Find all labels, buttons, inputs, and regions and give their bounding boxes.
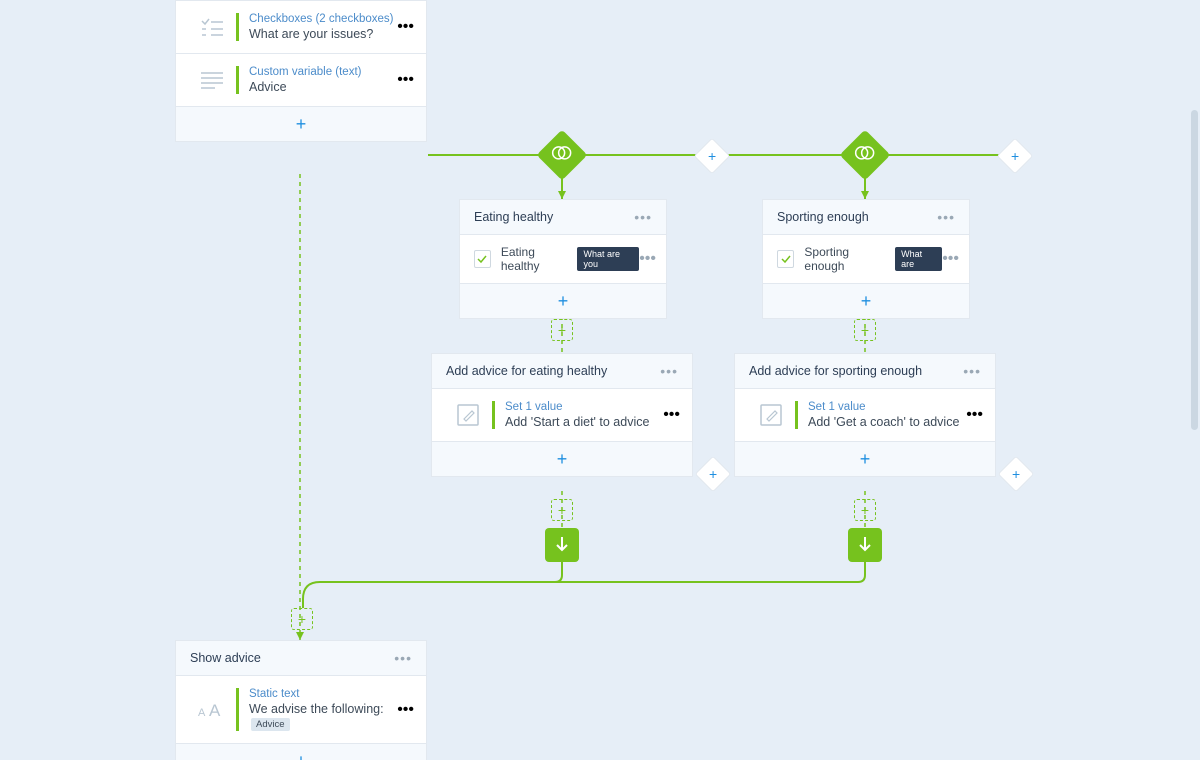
card-item[interactable]: Set 1 value Add 'Start a diet' to advice…	[432, 388, 692, 441]
insert-step-button[interactable]: +	[291, 608, 313, 630]
continue-node[interactable]	[545, 528, 579, 562]
card-title: Show advice	[190, 651, 261, 665]
edit-icon	[747, 403, 795, 427]
card-item[interactable]: Set 1 value Add 'Get a coach' to advice …	[735, 388, 995, 441]
card-title: Add advice for eating healthy	[446, 364, 607, 378]
menu-icon[interactable]: •••	[942, 250, 959, 268]
menu-icon[interactable]: •••	[397, 18, 414, 36]
condition-card[interactable]: Eating healthy ••• Eating healthy What ar…	[459, 199, 667, 319]
menu-icon[interactable]: •••	[394, 654, 412, 662]
variable-tag: What are	[895, 247, 942, 271]
add-item-button[interactable]: +	[735, 441, 995, 476]
checkbox-icon	[474, 250, 491, 268]
text-lines-icon	[188, 71, 236, 89]
menu-icon[interactable]: •••	[397, 701, 414, 719]
variable-tag: Advice	[251, 718, 290, 731]
item-label: Add 'Get a coach' to advice	[808, 415, 966, 429]
menu-icon[interactable]: •••	[397, 71, 414, 89]
card-item[interactable]: Custom variable (text) Advice •••	[176, 53, 426, 106]
add-item-button[interactable]: +	[176, 743, 426, 760]
final-card[interactable]: Show advice ••• AA Static text We advise …	[175, 640, 427, 760]
item-type: Set 1 value	[505, 401, 663, 413]
condition-card[interactable]: Sporting enough ••• Sporting enough What …	[762, 199, 970, 319]
card-item[interactable]: AA Static text We advise the following:A…	[176, 675, 426, 743]
svg-text:A: A	[209, 701, 221, 720]
card-item[interactable]: Checkboxes (2 checkboxes) What are your …	[176, 1, 426, 53]
menu-icon[interactable]: •••	[660, 367, 678, 375]
condition-label: Eating healthy	[501, 245, 572, 273]
condition-row[interactable]: Eating healthy What are you •••	[460, 234, 666, 283]
add-item-button[interactable]: +	[176, 106, 426, 141]
item-label: What are your issues?	[249, 27, 397, 41]
item-type: Set 1 value	[808, 401, 966, 413]
menu-icon[interactable]: •••	[966, 406, 983, 424]
checkbox-icon	[777, 250, 794, 268]
item-label: Add 'Start a diet' to advice	[505, 415, 663, 429]
action-card[interactable]: Add advice for sporting enough ••• Set 1 …	[734, 353, 996, 477]
svg-text:A: A	[198, 707, 206, 719]
add-item-button[interactable]: +	[460, 283, 666, 318]
text-size-icon: AA	[188, 700, 236, 720]
edit-icon	[444, 403, 492, 427]
insert-step-button[interactable]: +	[551, 319, 573, 341]
item-type: Static text	[249, 688, 397, 700]
add-item-button[interactable]: +	[763, 283, 969, 318]
action-card[interactable]: Add advice for eating healthy ••• Set 1 v…	[431, 353, 693, 477]
insert-step-button[interactable]: +	[551, 499, 573, 521]
menu-icon[interactable]: •••	[937, 213, 955, 221]
card-title: Add advice for sporting enough	[749, 364, 922, 378]
start-card[interactable]: Checkboxes (2 checkboxes) What are your …	[175, 0, 427, 142]
add-item-button[interactable]: +	[432, 441, 692, 476]
insert-step-button[interactable]: +	[854, 499, 876, 521]
item-type: Checkboxes (2 checkboxes)	[249, 13, 397, 25]
menu-icon[interactable]: •••	[639, 250, 656, 268]
condition-row[interactable]: Sporting enough What are •••	[763, 234, 969, 283]
flow-canvas[interactable]: Checkboxes (2 checkboxes) What are your …	[0, 0, 1200, 760]
card-title: Eating healthy	[474, 210, 553, 224]
continue-node[interactable]	[848, 528, 882, 562]
card-title: Sporting enough	[777, 210, 869, 224]
menu-icon[interactable]: •••	[663, 406, 680, 424]
menu-icon[interactable]: •••	[963, 367, 981, 375]
condition-label: Sporting enough	[804, 245, 889, 273]
insert-step-button[interactable]: +	[854, 319, 876, 341]
item-label: Advice	[249, 80, 397, 94]
scrollbar-thumb[interactable]	[1191, 110, 1198, 430]
variable-tag: What are you	[577, 247, 639, 271]
item-label: We advise the following:Advice	[249, 702, 397, 731]
checkboxes-icon	[188, 17, 236, 37]
menu-icon[interactable]: •••	[634, 213, 652, 221]
item-type: Custom variable (text)	[249, 66, 397, 78]
